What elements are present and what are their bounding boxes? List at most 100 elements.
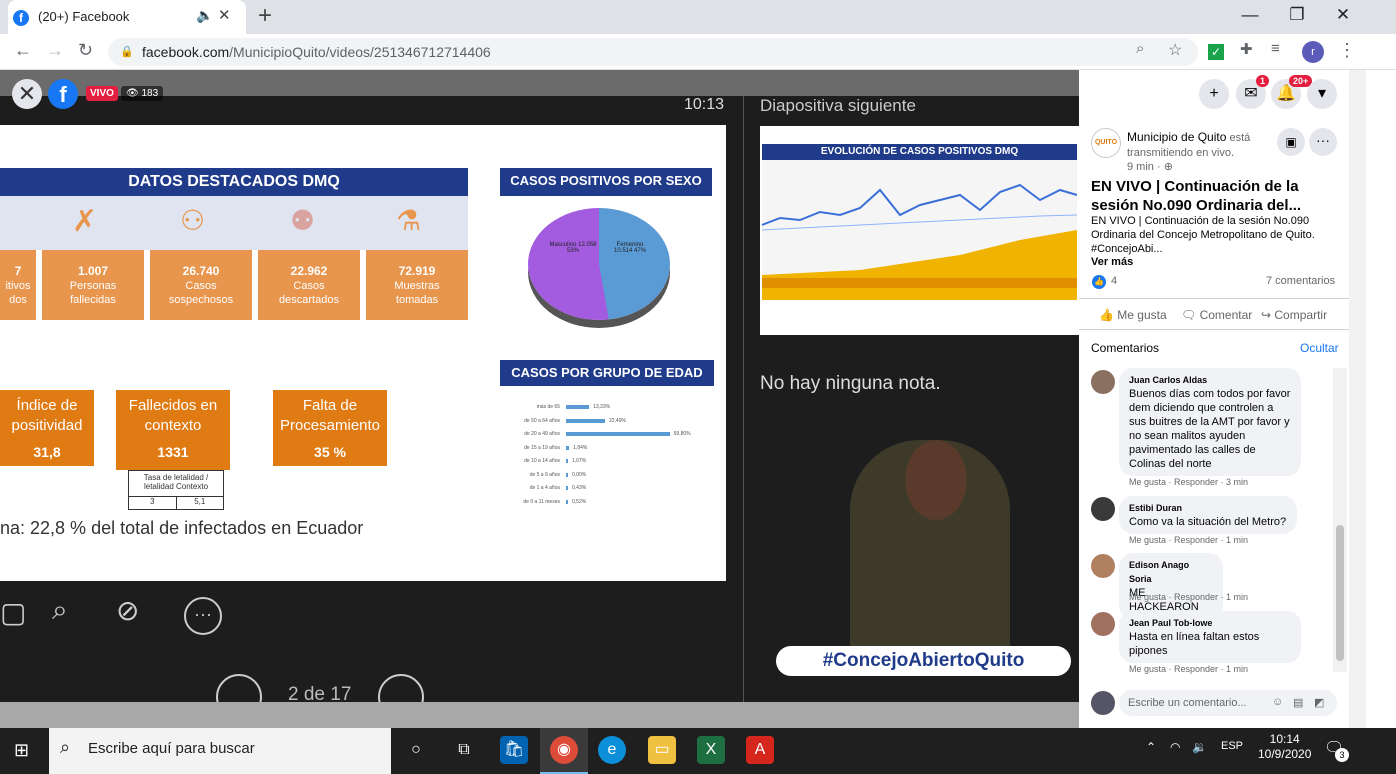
stat-suspected: 26.740 Casos sospechosos [150, 250, 252, 320]
messenger-badge: 1 [1256, 75, 1270, 87]
live-badge: VIVO [86, 86, 118, 101]
sex-pie-chart [528, 208, 670, 320]
url-text[interactable]: facebook.com/MunicipioQuito/videos/25134… [142, 44, 491, 60]
volume-icon[interactable]: 🔉 [1192, 740, 1207, 754]
facebook-logo-icon[interactable]: f [48, 79, 78, 109]
stat-samples: 72.919 Muestras tomadas [366, 250, 468, 320]
comment-text: Hasta en línea faltan estos pipones [1129, 631, 1260, 657]
minimize-button[interactable]: — [1230, 5, 1270, 25]
reload-button[interactable]: ↻ [78, 40, 93, 61]
age-value-label: 0,43% [572, 485, 587, 491]
age-bar [566, 499, 568, 504]
avatar[interactable] [1091, 497, 1115, 521]
like-reaction-icon: 👍 [1092, 275, 1106, 289]
comment-meta[interactable]: Me gusta · Responder · 1 min [1129, 664, 1248, 674]
age-category-label: de 20 a 49 años [524, 431, 560, 437]
speaker-icon[interactable]: 🔈 [196, 7, 213, 24]
search-icon[interactable]: ⌕ [52, 594, 68, 627]
zoom-icon[interactable]: ⌕ [1136, 40, 1144, 57]
comment-meta[interactable]: Me gusta · Responder · 1 min [1129, 535, 1248, 545]
age-bar [566, 486, 568, 490]
bookmark-star-icon[interactable]: ☆ [1168, 40, 1182, 60]
interpreter-head [905, 440, 967, 520]
language-indicator[interactable]: ESP [1221, 740, 1243, 752]
comment-count[interactable]: 7 comentarios [1266, 275, 1335, 287]
forward-button[interactable]: → [46, 40, 64, 61]
cortana-icon[interactable]: ○ [402, 736, 430, 764]
taskbar-clock[interactable]: 10:14 10/9/2020 [1258, 732, 1311, 762]
more-options-icon[interactable]: ··· [184, 597, 222, 635]
page-avatar[interactable]: QUITO [1091, 128, 1121, 158]
comment-text: Como va la situación del Metro? [1129, 516, 1287, 528]
stat-positive: 7 itivos dos [0, 250, 36, 320]
see-more-link[interactable]: Ver más [1091, 256, 1133, 268]
extension-check-icon[interactable]: ✓ [1208, 44, 1224, 60]
age-bar [566, 418, 605, 423]
tab-close-icon[interactable]: ✕ [218, 6, 231, 24]
comment-input[interactable]: Escribe un comentario... [1119, 690, 1337, 716]
tray-expand-icon[interactable]: ⌃ [1146, 740, 1156, 754]
tab-title: (20+) Facebook [38, 9, 130, 24]
age-value-label: 0,00% [572, 471, 587, 478]
acrobat-icon[interactable]: A [746, 736, 774, 764]
sticker-icon[interactable]: ◩ [1314, 696, 1324, 709]
slide-footnote: na: 22,8 % del total de infectados en Ec… [0, 518, 364, 538]
emoji-icon[interactable]: ☺ [1272, 696, 1283, 708]
like-button[interactable]: 👍 Me gusta [1099, 308, 1167, 322]
windows-start-icon[interactable]: ⊞ [14, 740, 29, 761]
comment-author[interactable]: Edison Anago Soria [1129, 558, 1213, 586]
page-scrollbar[interactable] [1349, 70, 1366, 728]
age-value-label: 0,52% [572, 498, 587, 505]
next-slide-preview: EVOLUCIÓN DE CASOS POSITIVOS DMQ [760, 126, 1079, 335]
window-close-button[interactable]: ✕ [1323, 5, 1363, 25]
excel-icon[interactable]: X [697, 736, 725, 764]
post-more-icon[interactable]: ··· [1309, 128, 1337, 156]
store-icon[interactable]: 🛍 [500, 736, 528, 764]
lock-icon[interactable]: 🔒 [120, 45, 134, 58]
comment-bubble: Edison Anago Soria ME HACKEARON [1119, 553, 1223, 619]
network-icon[interactable]: ◠ [1170, 740, 1180, 754]
page-name-link[interactable]: Municipio de Quito [1127, 130, 1226, 144]
age-bar [566, 432, 670, 436]
edge-icon[interactable]: e [598, 736, 626, 764]
age-category-label: de 15 a 19 años [524, 444, 560, 451]
account-menu-icon[interactable]: ▾ [1307, 79, 1337, 109]
screen-off-icon[interactable]: ⊘ [116, 594, 139, 627]
chrome-menu-icon[interactable]: ⋮ [1338, 40, 1356, 61]
file-explorer-icon[interactable]: ▭ [648, 736, 676, 764]
comment-author[interactable]: Juan Carlos Aldas [1129, 373, 1291, 387]
person-x-icon: ✗ [72, 205, 98, 238]
comment-author[interactable]: Jean Paul Tob-lowe [1129, 616, 1291, 630]
test-tube-icon: ⚗ [396, 205, 422, 236]
back-button[interactable]: ← [14, 40, 32, 61]
age-bar [566, 459, 568, 463]
comment-meta[interactable]: Me gusta · Responder · 1 min [1129, 592, 1248, 602]
hide-comments-link[interactable]: Ocultar [1300, 341, 1339, 355]
task-view-icon[interactable]: ⧉ [450, 736, 478, 764]
extensions-puzzle-icon[interactable]: ✚ [1240, 40, 1253, 58]
create-button[interactable]: + [1199, 79, 1229, 109]
avatar[interactable] [1091, 554, 1115, 578]
post-description: EN VIVO | Continuación de la sesión No.0… [1091, 215, 1315, 255]
taskbar-search-placeholder[interactable]: Escribe aquí para buscar [88, 740, 255, 757]
avatar[interactable] [1091, 612, 1115, 636]
age-category-label: de 50 a 64 años [524, 417, 560, 424]
comment-meta[interactable]: Me gusta · Responder · 3 min [1129, 477, 1248, 487]
comment-bubble: Estibi Duran Como va la situación del Met… [1119, 496, 1297, 534]
my-avatar[interactable] [1091, 691, 1115, 715]
comments-scroll-thumb[interactable] [1336, 525, 1344, 661]
comment-button[interactable]: 🗨 Comentar [1181, 308, 1252, 322]
gif-icon[interactable]: ▤ [1293, 696, 1303, 709]
save-post-icon[interactable]: ▣ [1277, 128, 1305, 156]
avatar[interactable] [1091, 370, 1115, 394]
profile-avatar[interactable]: r [1302, 41, 1324, 63]
new-tab-button[interactable]: + [258, 2, 272, 30]
comment-author[interactable]: Estibi Duran [1129, 501, 1287, 515]
slides-view-icon[interactable]: ▢ [0, 596, 26, 629]
share-button[interactable]: ↪ Compartir [1261, 308, 1327, 322]
like-count[interactable]: 4 [1111, 275, 1117, 287]
restore-button[interactable]: ❐ [1277, 5, 1317, 25]
pending-processing-box: Falta de Procesamiento 35 % [273, 390, 387, 466]
close-video-button[interactable]: ✕ [12, 79, 42, 109]
media-control-icon[interactable]: ≡ [1271, 40, 1280, 57]
